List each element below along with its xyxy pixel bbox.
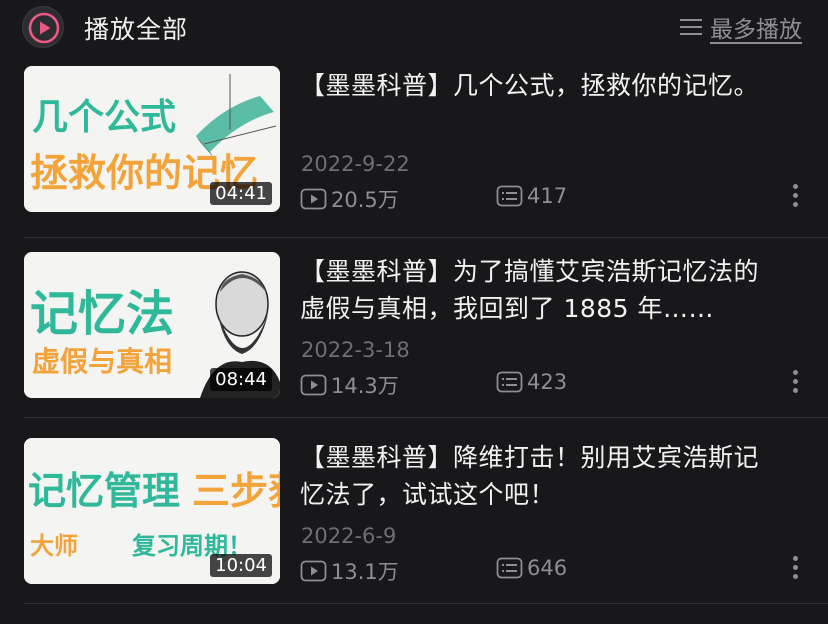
video-list-item[interactable]: 几个公式 拯救你的记忆 04:41 【墨墨科普】几个公式，拯救你的记忆。 202… <box>0 66 828 252</box>
video-title[interactable]: 【墨墨科普】为了搞懂艾宾浩斯记忆法的虚假与真相，我回到了 1885 年…… <box>300 253 780 327</box>
thumbnail-text: 几个公式 <box>32 97 177 138</box>
play-count-value: 14.3万 <box>331 374 399 398</box>
video-date: 2022-3-18 <box>301 338 410 362</box>
video-stats: 13.1万 646 <box>300 556 800 586</box>
video-stats: 20.5万 417 <box>300 184 800 214</box>
play-count: 13.1万 <box>300 556 399 586</box>
list-icon <box>680 19 702 35</box>
more-options-icon[interactable] <box>786 184 806 216</box>
play-count-value: 13.1万 <box>331 560 399 584</box>
video-thumbnail[interactable]: 记忆管理 三步获取 大师 复习周期！ 10:04 <box>24 438 280 584</box>
more-options-icon[interactable] <box>786 556 806 588</box>
thumbnail-text: 大师 <box>30 532 78 560</box>
comment-count: 423 <box>496 370 567 394</box>
thumbnail-text: 记忆管理 <box>28 469 181 513</box>
thumbnail-text: 虚假与真相 <box>32 345 173 378</box>
divider <box>24 603 828 604</box>
divider <box>24 237 828 238</box>
video-thumbnail[interactable]: 几个公式 拯救你的记忆 04:41 <box>24 66 280 212</box>
video-thumbnail[interactable]: 记忆法 虚假与真相 08:44 <box>24 252 280 398</box>
comment-count-value: 423 <box>527 370 568 394</box>
video-duration: 04:41 <box>210 182 272 205</box>
video-date: 2022-6-9 <box>301 524 397 548</box>
comment-icon <box>496 371 523 393</box>
more-options-icon[interactable] <box>786 370 806 402</box>
comment-count-value: 646 <box>527 556 568 580</box>
video-duration: 10:04 <box>210 554 272 577</box>
thumbnail-text: 三步获取 <box>192 469 280 513</box>
divider <box>24 417 828 418</box>
sort-label: 最多播放 <box>710 17 802 43</box>
play-count-icon <box>300 374 327 396</box>
video-list-item[interactable]: 记忆管理 三步获取 大师 复习周期！ 10:04 【墨墨科普】降维打击！别用艾宾… <box>0 438 828 624</box>
play-count: 20.5万 <box>300 184 399 214</box>
play-all-button[interactable] <box>22 6 64 48</box>
video-duration: 08:44 <box>210 368 272 391</box>
comment-icon <box>496 185 523 207</box>
play-circle-icon <box>28 12 60 44</box>
video-date: 2022-9-22 <box>301 152 410 176</box>
video-stats: 14.3万 423 <box>300 370 800 400</box>
video-title[interactable]: 【墨墨科普】几个公式，拯救你的记忆。 <box>300 67 780 104</box>
play-count-value: 20.5万 <box>331 188 399 212</box>
playlist-header: 播放全部 最多播放 <box>0 0 828 56</box>
comment-count: 417 <box>496 184 567 208</box>
video-title[interactable]: 【墨墨科普】降维打击！别用艾宾浩斯记忆法了，试试这个吧！ <box>300 439 780 513</box>
play-count: 14.3万 <box>300 370 399 400</box>
thumbnail-text: 记忆法 <box>30 286 175 342</box>
play-count-icon <box>300 188 327 210</box>
play-all-label[interactable]: 播放全部 <box>84 10 188 46</box>
comment-icon <box>496 557 523 579</box>
video-list-item[interactable]: 记忆法 虚假与真相 08:44 【墨墨科普】为了搞懂艾宾浩斯记忆法的虚假与真相，… <box>0 252 828 438</box>
comment-count-value: 417 <box>527 184 568 208</box>
sort-button[interactable]: 最多播放 <box>680 11 802 43</box>
comment-count: 646 <box>496 556 567 580</box>
play-count-icon <box>300 560 327 582</box>
